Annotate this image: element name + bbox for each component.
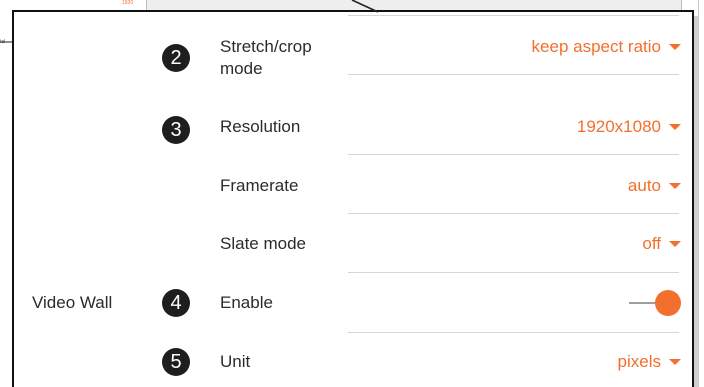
- background-tiny-label: tal: [0, 39, 6, 45]
- chevron-down-icon: [669, 359, 681, 365]
- slate-mode-dropdown[interactable]: off: [642, 233, 681, 255]
- setting-label-resolution: Resolution: [220, 117, 301, 136]
- setting-label-unit: Unit: [220, 352, 251, 371]
- stretch-crop-dropdown[interactable]: keep aspect ratio: [532, 36, 681, 58]
- divider-5: [348, 332, 679, 333]
- section-label-video-wall: Video Wall: [32, 293, 113, 312]
- setting-label-slate-mode: Slate mode: [220, 234, 306, 253]
- divider-3: [348, 213, 679, 214]
- background-tiny-value: 1920: [122, 0, 134, 6]
- slate-mode-value: off: [642, 234, 661, 253]
- divider-2: [348, 154, 679, 155]
- unit-value: pixels: [617, 352, 661, 371]
- framerate-value: auto: [627, 176, 661, 195]
- settings-callout: 2 Stretch/crop mode keep aspect ratio 3 …: [12, 10, 694, 387]
- divider-4: [348, 272, 679, 273]
- step-badge-3: 3: [162, 116, 190, 144]
- unit-dropdown[interactable]: pixels: [618, 351, 681, 373]
- chevron-down-icon: [669, 241, 681, 247]
- divider-1: [348, 74, 679, 75]
- step-badge-5: 5: [162, 348, 190, 376]
- step-badge-2: 2: [162, 44, 190, 72]
- setting-label-enable: Enable: [220, 293, 273, 312]
- chevron-down-icon: [669, 44, 681, 50]
- screenshot-stage: 1920 tal 2 Stretch/crop mode keep aspect…: [0, 0, 704, 387]
- chevron-down-icon: [669, 124, 681, 130]
- setting-label-stretch-crop: Stretch/crop mode: [220, 37, 312, 78]
- stretch-crop-value: keep aspect ratio: [531, 37, 661, 56]
- setting-label-framerate: Framerate: [220, 176, 299, 195]
- video-wall-enable-toggle[interactable]: [629, 290, 681, 316]
- chevron-down-icon: [669, 183, 681, 189]
- resolution-dropdown[interactable]: 1920x1080: [577, 116, 681, 138]
- framerate-dropdown[interactable]: auto: [628, 175, 681, 197]
- step-badge-4: 4: [162, 289, 190, 317]
- toggle-knob: [655, 290, 681, 316]
- divider-top: [348, 15, 679, 16]
- background-edge-line: [698, 0, 699, 387]
- resolution-value: 1920x1080: [576, 117, 661, 136]
